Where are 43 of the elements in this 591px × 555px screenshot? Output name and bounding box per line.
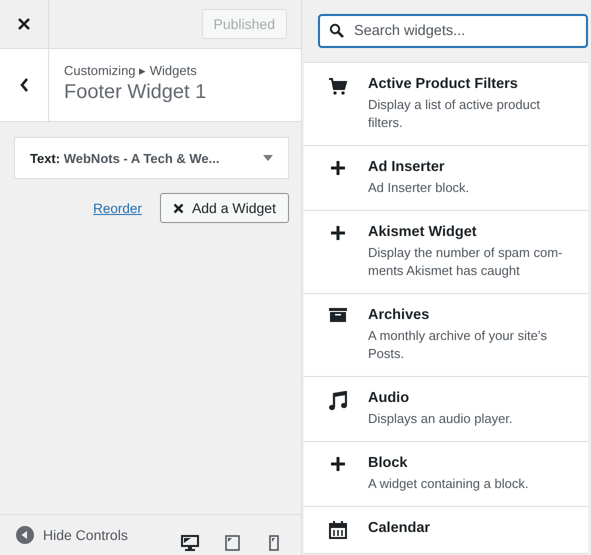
desktop-icon: [181, 535, 199, 551]
widget-list-item[interactable]: Audio Displays an audio player.: [304, 377, 588, 442]
tablet-icon: [224, 535, 240, 551]
add-widget-button[interactable]: Add a Widget: [160, 193, 289, 223]
calendar-icon: [329, 521, 347, 539]
widget-description: Ad Inserter block.: [368, 179, 470, 197]
widget-title: Ad Inserter: [368, 159, 446, 175]
widget-title: Archives: [368, 307, 430, 323]
widget-list-item[interactable]: Akismet Widget Display the number of spam com-ments Akismet has caught: [304, 211, 588, 294]
widget-title: Audio: [368, 390, 410, 406]
cart-icon: [328, 77, 348, 97]
collapse-icon: [16, 526, 34, 544]
widget-description: A monthly archive of your site’s Posts.: [368, 327, 548, 363]
widget-description: Displays an audio player.: [368, 410, 514, 428]
widget-item[interactable]: Text: WebNots - A Tech & We...: [14, 137, 289, 179]
widget-title: Akismet Widget: [368, 224, 478, 240]
archive-box-icon: [329, 308, 347, 322]
reorder-link[interactable]: Reorder: [93, 200, 142, 216]
widget-description: A widget containing a block.: [368, 475, 530, 493]
plus-icon: [330, 456, 346, 472]
widget-list-item[interactable]: Calendar: [304, 507, 588, 554]
widget-list-item[interactable]: Ad Inserter Ad Inserter block.: [304, 146, 588, 211]
plus-icon: [330, 160, 346, 176]
plus-icon: [330, 225, 346, 241]
section-title: Footer Widget 1: [64, 81, 206, 104]
widget-title: Block: [368, 455, 408, 471]
widget-title: Calendar: [368, 520, 432, 536]
close-icon: [17, 17, 31, 31]
breadcrumb: Customizing ▸ Widgets: [64, 63, 198, 78]
back-icon: [19, 77, 29, 93]
hide-controls-button[interactable]: Hide Controls: [16, 526, 128, 544]
widget-list-item[interactable]: Archives A monthly archive of your site’s Posts.: [304, 294, 588, 377]
widget-title: Active Product Filters: [368, 76, 519, 92]
music-note-icon: [329, 391, 347, 411]
mobile-icon: [269, 535, 279, 551]
widget-description: Display a list of active product filters.: [368, 96, 541, 132]
widget-description: Display the number of spam com-ments Akismet has caught: [368, 244, 564, 280]
dropdown-arrow-icon: [263, 155, 273, 161]
search-icon: [329, 23, 345, 39]
search-field[interactable]: Search widgets...: [318, 14, 588, 48]
close-icon: [172, 202, 184, 214]
widget-list-item[interactable]: Active Product Filters Display a list of active product filters.: [304, 63, 588, 146]
widget-list-item[interactable]: Block A widget containing a block.: [304, 442, 588, 507]
